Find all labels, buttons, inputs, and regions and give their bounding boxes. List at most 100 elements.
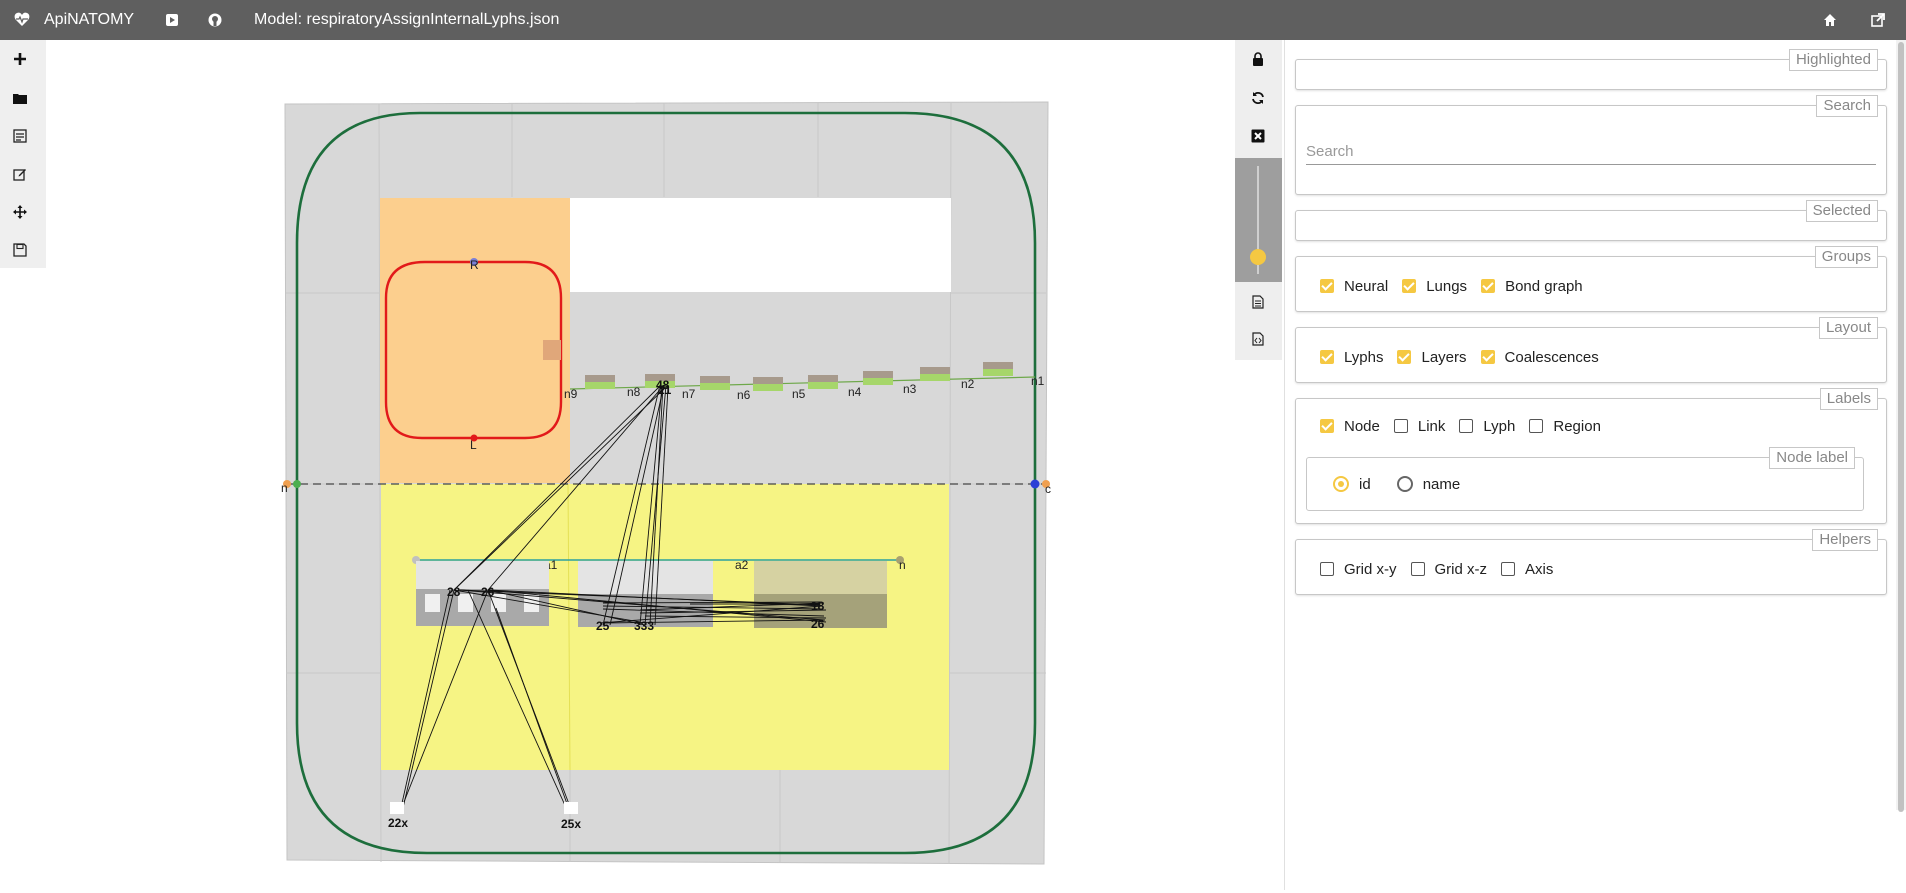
model-prefix: Model: — [254, 11, 303, 28]
groups-legend: Groups — [1814, 246, 1878, 268]
label-26: 26 — [481, 585, 495, 599]
checkbox-label: Neural — [1344, 277, 1389, 295]
plus-icon[interactable] — [6, 45, 34, 73]
checkbox-label: Lungs — [1426, 277, 1468, 295]
panel-scrollbar[interactable] — [1896, 40, 1906, 812]
selected-legend: Selected — [1805, 200, 1878, 222]
checkbox-lungs[interactable]: Lungs — [1402, 278, 1467, 295]
search-box: Search — [1295, 95, 1887, 195]
node-right[interactable] — [1030, 479, 1040, 489]
layout-legend: Layout — [1818, 317, 1878, 339]
move-icon[interactable] — [6, 198, 34, 226]
checkbox-box[interactable] — [1397, 350, 1412, 364]
model-file: respiratoryAssignInternalLyphs.json — [306, 11, 560, 28]
layout-box: Layout Lyphs Layers Coalescences — [1295, 317, 1887, 383]
checkbox-box[interactable] — [1480, 350, 1495, 364]
checkbox-grid-xz[interactable]: Grid x-z — [1410, 561, 1487, 578]
labels-legend: Labels — [1819, 388, 1878, 410]
save-icon[interactable] — [6, 236, 34, 264]
checkbox-box[interactable] — [1393, 419, 1408, 433]
checkbox-box[interactable] — [1410, 562, 1425, 576]
label-18: 18 — [811, 599, 825, 613]
merge-icon[interactable] — [6, 122, 34, 150]
checkbox-label: Axis — [1525, 560, 1554, 578]
refresh-icon[interactable] — [1245, 85, 1271, 111]
checkbox-box[interactable] — [1320, 419, 1334, 433]
checkbox-box[interactable] — [1501, 562, 1515, 576]
checkbox-link[interactable]: Link — [1393, 418, 1445, 435]
scrollbar-thumb[interactable] — [1898, 42, 1904, 812]
checkbox-box[interactable] — [1320, 562, 1334, 576]
checkbox-lyph[interactable]: Lyph — [1459, 418, 1515, 435]
youtube-icon[interactable] — [164, 0, 180, 40]
left-toolbar — [0, 40, 46, 268]
highlighted-legend: Highlighted — [1788, 49, 1878, 71]
graph-viewport[interactable]: R L n9 n8 n7 n6 n5 n4 n3 n2 n1 n c a1 a2… — [46, 40, 1234, 888]
checkbox-coalescences[interactable]: Coalescences — [1480, 348, 1599, 366]
checkbox-label: Lyphs — [1344, 348, 1384, 366]
checkbox-bond-graph[interactable]: Bond graph — [1481, 278, 1583, 295]
highlighted-box: Highlighted — [1295, 49, 1887, 90]
checkbox-grid-xy[interactable]: Grid x-y — [1320, 561, 1397, 578]
app-name[interactable]: ApiNATOMY — [44, 0, 134, 40]
radio-circle[interactable] — [1333, 476, 1349, 492]
external-link-icon[interactable] — [1870, 0, 1886, 40]
selected-box: Selected — [1295, 200, 1887, 241]
label-25x: 25x — [561, 817, 581, 831]
heartbeat-icon — [14, 0, 30, 40]
label-R: R — [470, 258, 479, 272]
search-input[interactable] — [1306, 138, 1876, 165]
label-n9: n9 — [564, 387, 578, 401]
radio-id[interactable]: id — [1333, 476, 1371, 493]
checkbox-box[interactable] — [1481, 279, 1496, 293]
checkbox-axis[interactable]: Axis — [1501, 561, 1553, 578]
checkbox-node[interactable]: Node — [1320, 418, 1380, 435]
zoom-slider-thumb[interactable] — [1250, 249, 1266, 265]
label-n4: n4 — [848, 385, 862, 399]
node-label-legend: Node label — [1769, 447, 1855, 469]
radio-label: name — [1422, 475, 1461, 493]
label-n2: n2 — [961, 377, 975, 391]
lock-icon[interactable] — [1245, 46, 1271, 72]
checkbox-label: Layers — [1421, 348, 1467, 366]
checkbox-neural[interactable]: Neural — [1320, 278, 1388, 295]
model-title: Model: respiratoryAssignInternalLyphs.js… — [254, 0, 559, 40]
home-icon[interactable] — [1822, 0, 1838, 40]
label-25: 25 — [596, 619, 610, 633]
checkbox-label: Coalescences — [1504, 348, 1599, 366]
checkbox-label: Node — [1344, 417, 1380, 435]
label-n5: n5 — [792, 387, 806, 401]
label-c: c — [1045, 482, 1051, 496]
radio-circle[interactable] — [1396, 476, 1413, 492]
checkbox-box[interactable] — [1320, 350, 1334, 364]
label-n6: n6 — [737, 388, 751, 402]
checkbox-box[interactable] — [1320, 279, 1334, 293]
label-n: n — [899, 558, 906, 572]
empty-region — [570, 198, 951, 292]
label-a2: a2 — [735, 558, 749, 572]
radio-name[interactable]: name — [1396, 475, 1461, 493]
close-icon[interactable] — [1245, 123, 1271, 149]
edit-icon[interactable] — [6, 160, 34, 188]
github-icon[interactable] — [207, 0, 223, 40]
small-lyph[interactable] — [543, 340, 561, 360]
settings-panel: Highlighted Search Selected Groups Neura… — [1284, 40, 1906, 890]
checkbox-label: Region — [1553, 417, 1601, 435]
checkbox-label: Lyph — [1483, 417, 1516, 435]
graph-canvas[interactable]: R L n9 n8 n7 n6 n5 n4 n3 n2 n1 n c a1 a2… — [46, 40, 1234, 888]
label-L: L — [470, 438, 477, 452]
checkbox-box[interactable] — [1529, 419, 1544, 433]
helpers-legend: Helpers — [1812, 529, 1878, 551]
search-legend: Search — [1816, 95, 1878, 117]
file-icon[interactable] — [1245, 289, 1271, 315]
folder-icon[interactable] — [6, 84, 34, 112]
checkbox-lyphs[interactable]: Lyphs — [1320, 349, 1383, 366]
checkbox-region[interactable]: Region — [1529, 418, 1601, 435]
checkbox-layers[interactable]: Layers — [1397, 348, 1467, 366]
checkbox-box[interactable] — [1402, 279, 1417, 293]
checkbox-box[interactable] — [1459, 419, 1474, 433]
code-file-icon[interactable] — [1245, 326, 1271, 352]
label-22x: 22x — [388, 816, 408, 830]
label-28: 28 — [447, 585, 461, 599]
label-26b: 26 — [811, 617, 825, 631]
